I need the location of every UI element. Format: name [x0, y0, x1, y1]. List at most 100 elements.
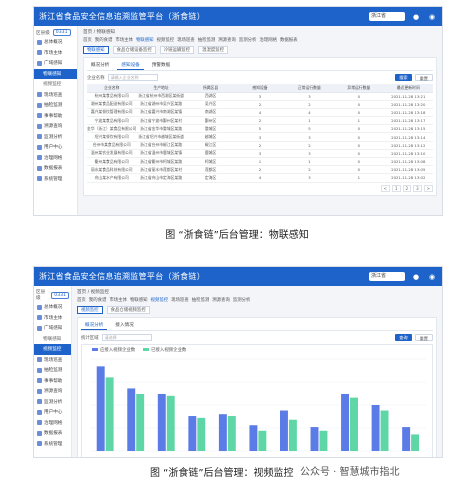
- nav-link[interactable]: 现场巡查: [171, 297, 189, 303]
- sub-tab[interactable]: 物联感知: [83, 46, 109, 54]
- nav-link[interactable]: 市场主体: [109, 297, 127, 303]
- table-row[interactable]: 嘉兴某餐饮管理有限公司 浙江省嘉兴市南湖区某镇 南湖区 4 4 0 2021-11-28 1…: [87, 108, 433, 118]
- panel-tab[interactable]: 概况分析: [87, 61, 113, 70]
- bar-expected[interactable]: [371, 405, 380, 451]
- bar-expected[interactable]: [279, 410, 288, 451]
- bar-connected[interactable]: [258, 430, 267, 451]
- sidebar-item[interactable]: 溯源查询: [34, 121, 77, 132]
- bell-icon[interactable]: ●: [411, 273, 421, 281]
- table-row[interactable]: 杭州某食品有限公司 浙江省杭州市西湖区某街道 西湖区 3 3 0 2021-11-28 13…: [87, 92, 433, 101]
- nav-link[interactable]: 视频监控: [151, 297, 169, 303]
- sidebar-item[interactable]: 市场主体: [34, 48, 77, 59]
- user-icon[interactable]: ◉: [427, 13, 437, 21]
- sidebar-item[interactable]: 物联感知: [34, 68, 77, 79]
- bar-connected[interactable]: [411, 434, 420, 451]
- bar-expected[interactable]: [402, 427, 411, 451]
- sidebar-item[interactable]: 系统管理: [34, 439, 71, 450]
- nav-link[interactable]: 市场主体: [115, 37, 133, 43]
- sidebar-item[interactable]: 视频监控: [34, 79, 77, 90]
- sidebar-item[interactable]: 数据报表: [34, 428, 71, 439]
- bar-connected[interactable]: [105, 377, 114, 451]
- nav-link[interactable]: 抽检监测: [198, 37, 216, 43]
- nav-link[interactable]: 视频监控: [157, 37, 175, 43]
- nav-link[interactable]: 我的食谱: [89, 297, 107, 303]
- sidebar-item[interactable]: 广域感知: [34, 58, 77, 69]
- sidebar-item[interactable]: 溯源查询: [34, 386, 71, 397]
- nav-link[interactable]: 我的食谱: [95, 37, 113, 43]
- bar-connected[interactable]: [136, 393, 145, 451]
- page-button[interactable]: 1: [392, 184, 401, 192]
- table-row[interactable]: 宁波某食品有限公司 浙江省宁波市鄞州区某村 鄞州区 2 1 1 2021-11-28 13:…: [87, 116, 433, 126]
- bar-connected[interactable]: [319, 430, 328, 451]
- reset-button-2[interactable]: 重置: [414, 334, 433, 341]
- page-button[interactable]: >: [423, 184, 433, 192]
- panel-tab[interactable]: 概况分析: [81, 321, 108, 330]
- legend-item[interactable]: 应接入视频企业数: [92, 347, 135, 353]
- nav-link[interactable]: 抽检监测: [192, 297, 210, 303]
- sidebar-item[interactable]: 监测分析: [34, 397, 71, 408]
- sidebar-item[interactable]: 抽检监测: [34, 100, 77, 111]
- bar-expected[interactable]: [96, 366, 105, 451]
- sidebar-item[interactable]: 市场主体: [34, 313, 71, 324]
- sub-tab[interactable]: 食品仓储设备监控: [112, 46, 156, 54]
- bar-expected[interactable]: [249, 425, 258, 451]
- table-row[interactable]: 绍兴某餐饮有限公司 浙江省绍兴市越城区某街道 越城区 3 3 0 2021-11-28 13…: [87, 132, 433, 142]
- bar-connected[interactable]: [227, 416, 236, 451]
- panel-tab[interactable]: 预警数据: [148, 61, 174, 70]
- bar-expected[interactable]: [341, 393, 350, 451]
- table-row[interactable]: 舟山某水产有限公司 浙江省舟山市定海区某路 定海区 4 3 1 2021-11-28 13:…: [87, 173, 433, 183]
- sidebar-item[interactable]: 物联感知: [34, 334, 71, 345]
- sidebar-item[interactable]: 事事帮助: [34, 376, 71, 387]
- nav-link[interactable]: 溯源查询: [212, 297, 230, 303]
- nav-link[interactable]: 治理网格: [259, 37, 277, 43]
- sidebar-item[interactable]: 治理网格: [34, 418, 71, 429]
- bar-expected[interactable]: [157, 393, 166, 451]
- nav-link[interactable]: 首页: [77, 297, 86, 303]
- sidebar-item[interactable]: 广域感知: [34, 323, 71, 334]
- sidebar-item[interactable]: 总体概况: [34, 302, 71, 313]
- bar-expected[interactable]: [310, 427, 319, 451]
- bar-expected[interactable]: [218, 414, 227, 451]
- page-button[interactable]: <: [380, 184, 390, 192]
- region-select-2[interactable]: 浙江省: [369, 272, 405, 281]
- bar-expected[interactable]: [127, 388, 136, 451]
- nav-link[interactable]: 物联感知: [136, 37, 154, 43]
- table-row[interactable]: 金华（浙江）某食品有限公司 浙江省金华市婺城区某路 婺城区 5 5 0 2021-11-28…: [87, 124, 433, 134]
- sub-tab[interactable]: 食品仓储视频监控: [106, 306, 150, 314]
- sidebar-item[interactable]: 用户中心: [34, 142, 77, 153]
- nav-link[interactable]: 首页: [83, 37, 92, 43]
- table-row[interactable]: 温州某农业发展有限公司 浙江省温州市鹿城区某镇 鹿城区 3 3 0 2021-11-28 1…: [87, 149, 433, 159]
- bar-connected[interactable]: [166, 395, 175, 451]
- nav-link[interactable]: 监测分析: [239, 37, 257, 43]
- sidebar-item[interactable]: 事事帮助: [34, 111, 77, 122]
- sidebar-item[interactable]: 视频监控: [34, 344, 71, 355]
- nav-link[interactable]: 现场巡查: [177, 37, 195, 43]
- table-row[interactable]: 湖州某食品配送有限公司 浙江省湖州市吴兴区某路 吴兴区 2 2 0 2021-11-28 1…: [87, 100, 433, 109]
- region-select[interactable]: 浙江省: [369, 12, 405, 21]
- legend-item[interactable]: 已接入视频企业数: [143, 347, 186, 353]
- user-icon[interactable]: ◉: [427, 273, 437, 281]
- sub-tab[interactable]: 温湿度监控: [198, 46, 229, 54]
- bell-icon[interactable]: ●: [411, 13, 421, 21]
- query-button[interactable]: 查询: [395, 334, 412, 341]
- bar-connected[interactable]: [288, 419, 297, 451]
- sidebar-item[interactable]: 现场巡查: [34, 90, 77, 101]
- bar-connected[interactable]: [350, 397, 358, 451]
- region-input[interactable]: 请选择: [101, 334, 152, 341]
- table-row[interactable]: 台州市某食品有限公司 浙江省台州市椒江区某路 椒江区 2 2 0 2021-11-28 13…: [87, 141, 433, 150]
- bar-connected[interactable]: [197, 417, 206, 451]
- sidebar-item[interactable]: 抽检监测: [34, 365, 71, 376]
- search-button[interactable]: 搜索: [395, 74, 412, 81]
- table-row[interactable]: 丽水某食品科技有限公司 浙江省丽水市莲都区某村 莲都区 2 2 0 2021-11-28 1…: [87, 165, 433, 175]
- sidebar-item[interactable]: 用户中心: [34, 407, 71, 418]
- nav-link[interactable]: 物联感知: [130, 297, 148, 303]
- nav-link[interactable]: 监测分析: [233, 297, 251, 303]
- nav-link[interactable]: 数据报表: [280, 37, 298, 43]
- sidebar-item[interactable]: 总体概况: [34, 37, 77, 48]
- sidebar-item[interactable]: 数据报表: [34, 163, 77, 174]
- sidebar-item[interactable]: 系统管理: [34, 174, 77, 185]
- nav-link[interactable]: 溯源查询: [218, 37, 236, 43]
- sub-tab[interactable]: 冷链运输监控: [159, 46, 195, 54]
- sidebar-item[interactable]: 监测分析: [34, 132, 77, 143]
- panel-tab[interactable]: 接入情况: [111, 321, 137, 330]
